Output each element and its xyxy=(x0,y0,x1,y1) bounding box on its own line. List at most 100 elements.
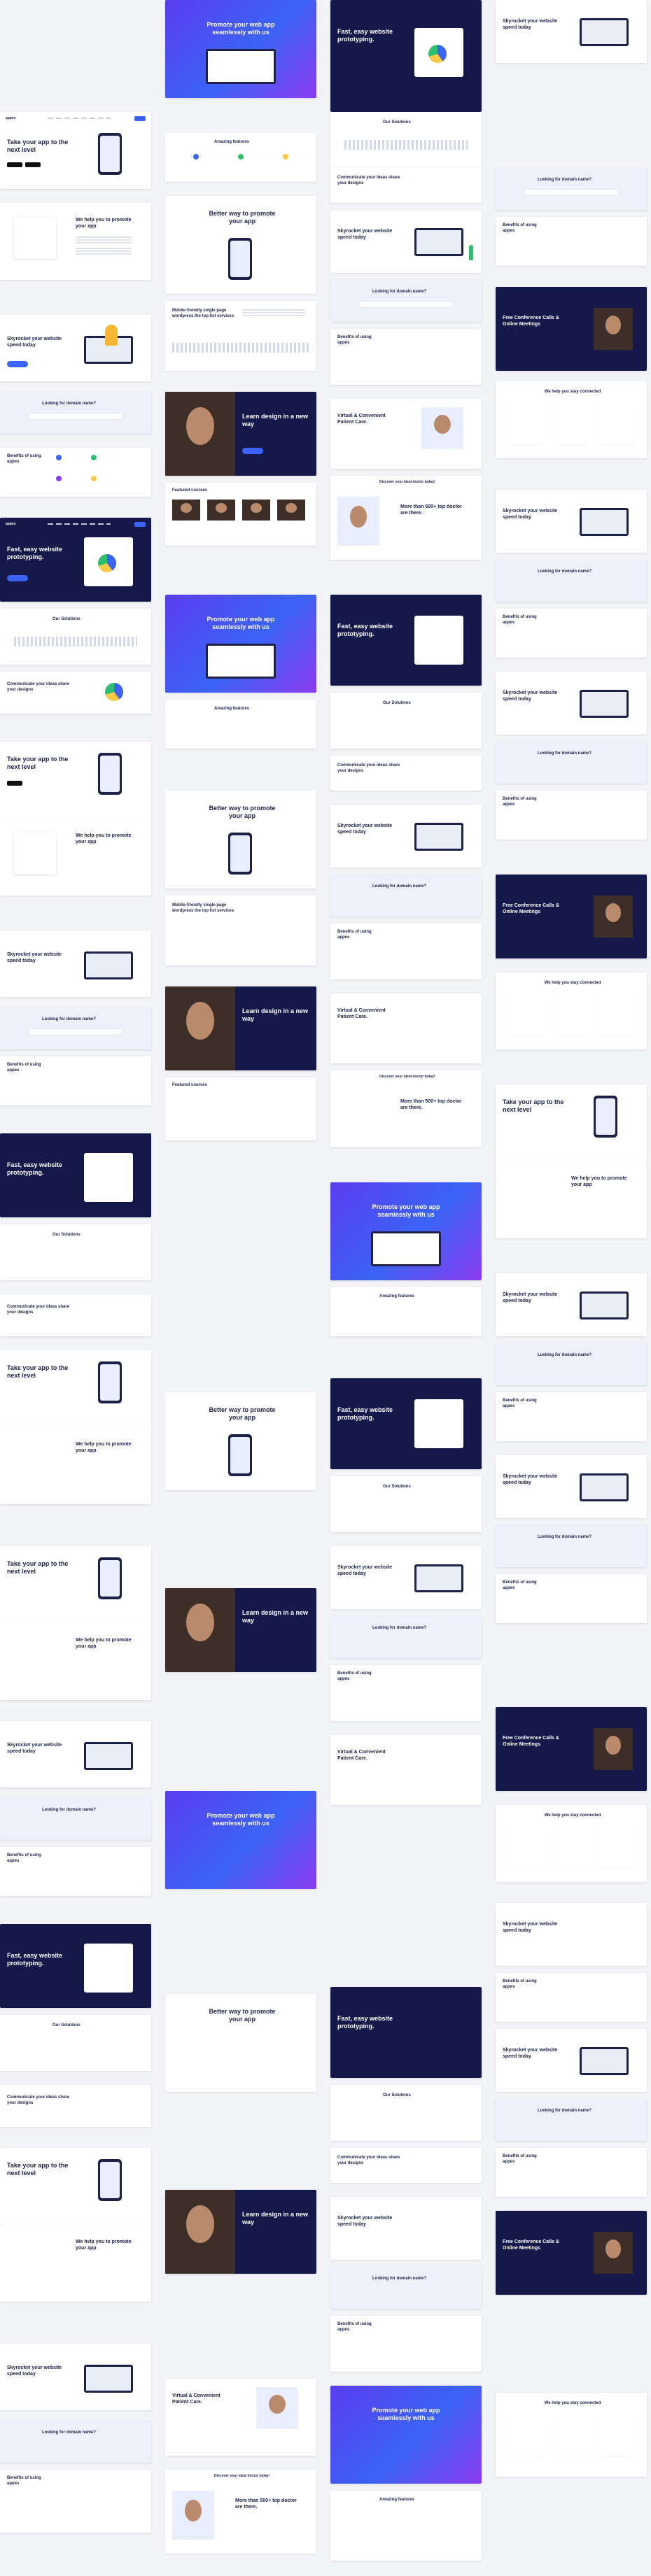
pricing-card[interactable] xyxy=(510,2414,545,2456)
app-store-button[interactable] xyxy=(7,162,22,167)
pricing-card[interactable] xyxy=(554,2414,589,2456)
nav-links[interactable] xyxy=(48,523,111,525)
benefits-tile: Benefits of using appes xyxy=(496,1574,647,1623)
hero-title: Learn design in a new way xyxy=(242,1609,309,1624)
promote-title: We help you to promote your app xyxy=(76,833,132,844)
more-than-title: More than 500+ top doctor are there. xyxy=(400,1099,462,1110)
feature-icon xyxy=(283,154,288,160)
monitor-illustration xyxy=(580,18,629,46)
communicate-tile: Communicate your ideas share your design… xyxy=(330,168,482,203)
nav-links[interactable] xyxy=(48,118,111,119)
domain-search-input[interactable] xyxy=(28,1028,123,1035)
communicate-tile: Communicate your ideas share your design… xyxy=(330,756,482,791)
logo: appes xyxy=(6,522,16,526)
solutions-tile: Our Solutions xyxy=(0,609,151,665)
nav-bar: appes xyxy=(6,522,146,528)
pricing-card[interactable] xyxy=(554,993,589,1035)
hero-title: Fast, easy website prototyping. xyxy=(337,623,393,637)
hero-button[interactable] xyxy=(242,448,263,454)
course-thumbnail[interactable] xyxy=(207,500,235,521)
domain-title: Looking for domain name? xyxy=(538,178,592,182)
courses-title: Featured courses xyxy=(172,488,208,493)
pricing-tile: We help you stay connected xyxy=(496,2393,647,2477)
domain-tile: Looking for domain name? xyxy=(0,392,151,434)
pricing-card[interactable] xyxy=(510,402,545,444)
monitor-illustration xyxy=(414,823,463,851)
domain-search-input[interactable] xyxy=(524,189,619,196)
benefits-tile: Benefits of using appes xyxy=(0,1847,151,1896)
benefits-title: Benefits of using appes xyxy=(7,1853,41,1863)
phone-mockup xyxy=(98,2159,122,2201)
hero-button[interactable] xyxy=(7,575,28,581)
pricing-card[interactable] xyxy=(599,993,634,1035)
get-started-button[interactable] xyxy=(7,361,28,367)
app-store-button[interactable] xyxy=(7,781,22,786)
pricing-card[interactable] xyxy=(599,402,634,444)
solutions-list xyxy=(14,637,137,646)
course-thumbnail[interactable] xyxy=(242,500,270,521)
hero-title: Take your app to the next level xyxy=(7,139,69,153)
domain-search-input[interactable] xyxy=(358,301,454,308)
pricing-card[interactable] xyxy=(554,402,589,444)
hero-title: Promote your web app seamlessly with us xyxy=(206,616,275,630)
domain-title: Looking for domain name? xyxy=(372,2277,427,2281)
benefits-title: Benefits of using appes xyxy=(503,223,537,233)
prototyping-hero-tile: appes Fast, easy website prototyping. xyxy=(0,518,151,602)
pricing-card[interactable] xyxy=(599,2414,634,2456)
domain-title: Looking for domain name? xyxy=(538,569,592,574)
hero-title: Fast, easy website prototyping. xyxy=(337,1406,393,1421)
domain-tile: Looking for domain name? xyxy=(0,1798,151,1840)
solutions-tile: Our Solutions xyxy=(330,112,482,168)
phone-mockup xyxy=(98,753,122,795)
conference-hero-tile: Free Conference Calls & Online Meetings xyxy=(496,1707,647,1791)
hero-title: Virtual & Convenient Patient Care. xyxy=(337,1750,386,1761)
monitor-illustration xyxy=(84,951,133,979)
monitor-illustration xyxy=(580,1291,629,1319)
hero-title: Virtual & Convenient Patient Care. xyxy=(337,413,386,425)
promote-title: We help you to promote your app xyxy=(76,1638,132,1649)
skyrocket-tile: Skyrocket your website speed today xyxy=(330,1546,482,1609)
video-call-photo xyxy=(594,1728,633,1770)
domain-search-input[interactable] xyxy=(28,413,123,420)
hero-title: Free Conference Calls & Online Meetings xyxy=(503,1736,559,1747)
course-thumbnail[interactable] xyxy=(172,500,200,521)
skyrocket-tile: Skyrocket your website speed today xyxy=(496,1273,647,1336)
benefits-tile: Benefits of using appes xyxy=(496,2148,647,2197)
skyrocket-tile: Skyrocket your website speed today xyxy=(496,0,647,63)
hero-title: Learn design in a new way xyxy=(242,1007,309,1022)
better-way-tile: Better way to promote your app xyxy=(165,1392,316,1490)
nav-cta-button[interactable] xyxy=(134,522,146,527)
domain-title: Looking for domain name? xyxy=(42,1808,97,1812)
features-title: Amazing features xyxy=(379,1294,415,1298)
learn-design-tile: Learn design in a new way xyxy=(165,392,316,476)
hero-title: Better way to promote your app xyxy=(209,2008,276,2023)
hero-title: Take your app to the next level xyxy=(7,1560,69,1575)
skyrocket-title: Skyrocket your website speed today xyxy=(337,229,393,240)
app-hero-tile: Take your app to the next level xyxy=(496,1084,647,1161)
section-title: Discover your ideal doctor today! xyxy=(379,480,435,484)
pricing-card[interactable] xyxy=(554,1826,589,1868)
pricing-card[interactable] xyxy=(510,1826,545,1868)
features-tile: Amazing features xyxy=(330,1287,482,1336)
skyrocket-tile: Skyrocket your website speed today xyxy=(496,672,647,735)
domain-title: Looking for domain name? xyxy=(538,751,592,756)
google-play-button[interactable] xyxy=(25,162,41,167)
pricing-card[interactable] xyxy=(510,993,545,1035)
pricing-card[interactable] xyxy=(599,1826,634,1868)
course-thumbnail[interactable] xyxy=(277,500,305,521)
section-title: We help you stay connected xyxy=(544,390,601,394)
hero-title: Promote your web app seamlessly with us xyxy=(372,2407,440,2421)
nav-cta-button[interactable] xyxy=(134,116,146,121)
doctor-photo xyxy=(256,2387,298,2429)
domain-tile: Looking for domain name? xyxy=(496,560,647,602)
features-tile: Amazing features xyxy=(165,133,316,182)
hero-title: Free Conference Calls & Online Meetings xyxy=(503,316,559,327)
solutions-title: Our Solutions xyxy=(383,2093,411,2097)
benefits-tile: Benefits of using appes xyxy=(330,329,482,385)
domain-title: Looking for domain name? xyxy=(42,1017,97,1021)
person-illustration xyxy=(105,325,118,346)
communicate-title: Communicate your ideas share your design… xyxy=(337,763,400,773)
promote-title: We help you to promote your app xyxy=(76,1442,132,1453)
pricing-tile: We help you stay connected xyxy=(496,1805,647,1882)
skyrocket-title: Skyrocket your website speed today xyxy=(503,509,558,520)
